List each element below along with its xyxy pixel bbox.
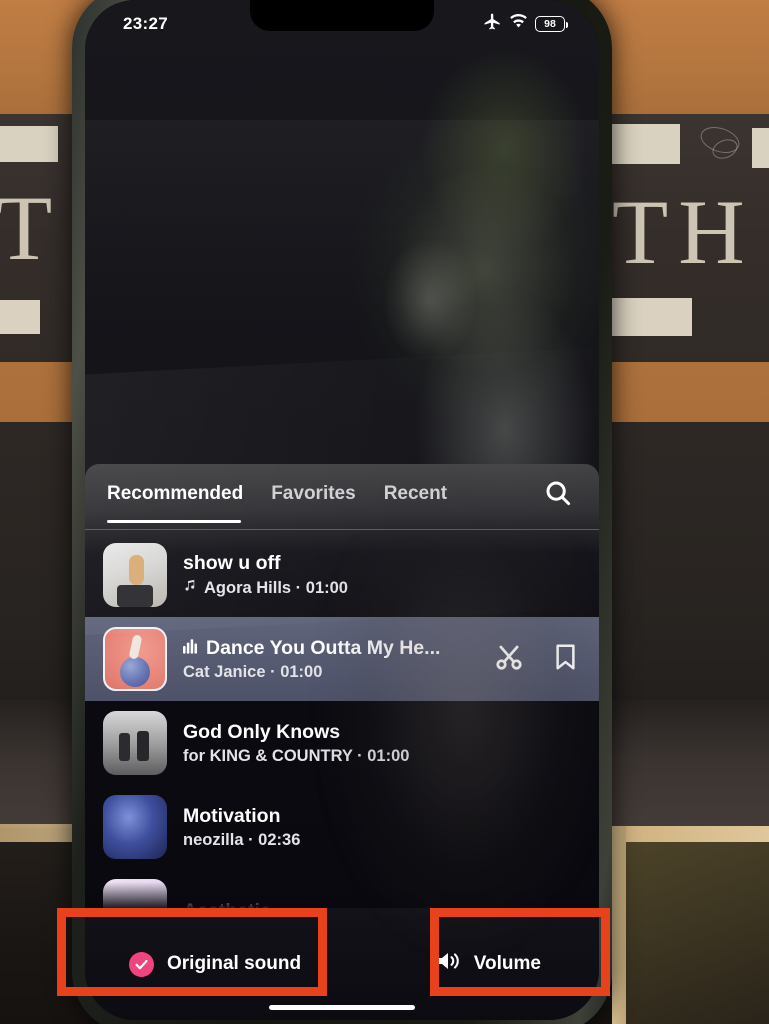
volume-button[interactable]: Volume <box>435 949 541 979</box>
track-title: Dance You Outta My He... <box>206 636 441 659</box>
photo-background: T TH 23:27 98 Recommended Favorites Rece… <box>0 0 769 1024</box>
track-title: show u off <box>183 552 281 574</box>
fabric-cream-block <box>0 126 58 162</box>
fabric-cream-block <box>600 124 680 164</box>
bottom-action-bar: Original sound Volume <box>85 908 599 1020</box>
track-subtitle-row: Agora Hills · 01:00 <box>183 578 579 598</box>
album-art <box>103 795 167 859</box>
phone-device: 23:27 98 Recommended Favorites Recent sh… <box>72 0 612 1024</box>
screen-sheen <box>85 120 599 320</box>
scissors-icon[interactable] <box>494 642 524 677</box>
track-row[interactable]: God Only Knows for KING & COUNTRY · 01:0… <box>85 701 599 785</box>
tan-edge-right <box>612 826 626 1024</box>
home-indicator <box>269 1005 415 1010</box>
track-subtitle: neozilla · 02:36 <box>183 830 301 849</box>
fabric-cream-block <box>0 300 40 334</box>
track-title-row: Dance You Outta My He... <box>183 637 482 660</box>
track-meta: Motivation neozilla · 02:36 <box>183 805 579 850</box>
fabric-letter-left: T <box>0 177 53 279</box>
album-art <box>103 711 167 775</box>
wifi-icon <box>509 12 528 36</box>
check-circle-icon <box>129 951 154 977</box>
album-art-detail <box>128 634 143 660</box>
airplane-icon <box>483 12 502 36</box>
track-list: show u off Agora Hills · 01:00 Dance You… <box>85 530 599 953</box>
album-art <box>103 627 167 691</box>
track-row-selected[interactable]: Dance You Outta My He... Cat Janice · 01… <box>85 617 599 701</box>
track-title: Motivation <box>183 804 281 827</box>
track-subtitle: Agora Hills · 01:00 <box>204 578 348 597</box>
phone-screen: 23:27 98 Recommended Favorites Recent sh… <box>85 0 599 1020</box>
track-subtitle: Cat Janice · 01:00 <box>183 662 323 681</box>
tab-favorites[interactable]: Favorites <box>271 483 355 511</box>
phone-notch <box>250 0 434 31</box>
track-subtitle: for KING & COUNTRY · 01:00 <box>183 746 410 765</box>
album-art <box>103 543 167 607</box>
original-sound-button[interactable]: Original sound <box>129 951 302 977</box>
tab-recent[interactable]: Recent <box>384 483 447 511</box>
tab-recommended[interactable]: Recommended <box>107 483 243 523</box>
olive-surface-right <box>626 842 769 1024</box>
music-note-icon <box>183 578 198 598</box>
track-title: God Only Knows <box>183 720 341 743</box>
status-bar-time: 23:27 <box>123 14 168 33</box>
screen-smudge <box>385 240 475 360</box>
music-selector-panel: Recommended Favorites Recent show u off … <box>85 464 599 1020</box>
search-icon[interactable] <box>543 478 573 513</box>
track-meta: Dance You Outta My He... Cat Janice · 01… <box>183 637 482 682</box>
music-tabs-row: Recommended Favorites Recent <box>85 464 599 530</box>
fabric-letter-right: TH <box>612 181 755 283</box>
album-art-detail <box>120 657 150 687</box>
tan-strip-left <box>0 824 75 842</box>
fabric-cream-block <box>752 128 769 168</box>
track-row[interactable]: Motivation neozilla · 02:36 <box>85 785 599 869</box>
track-meta: God Only Knows for KING & COUNTRY · 01:0… <box>183 721 579 766</box>
bookmark-icon[interactable] <box>552 642 579 677</box>
equalizer-icon <box>183 637 200 660</box>
tan-strip-right <box>612 826 769 842</box>
track-actions <box>494 642 579 677</box>
track-meta: show u off Agora Hills · 01:00 <box>183 552 579 598</box>
original-sound-label: Original sound <box>167 953 302 974</box>
battery-indicator: 98 <box>535 16 568 32</box>
fabric-cream-block <box>612 298 692 336</box>
volume-label: Volume <box>473 953 541 974</box>
speaker-volume-icon <box>435 949 461 979</box>
track-row[interactable]: show u off Agora Hills · 01:00 <box>85 533 599 617</box>
